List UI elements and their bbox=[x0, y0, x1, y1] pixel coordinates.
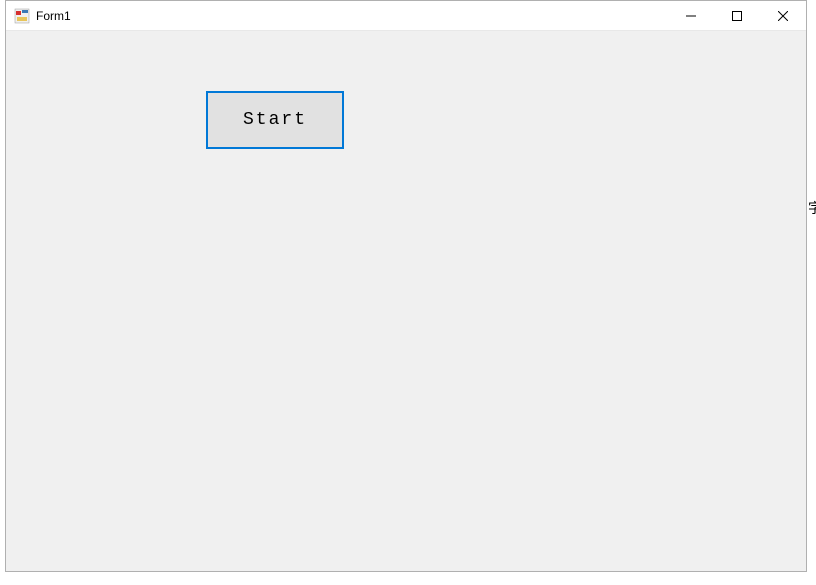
client-area: Start bbox=[6, 31, 806, 571]
close-button[interactable] bbox=[760, 1, 806, 31]
start-button[interactable]: Start bbox=[206, 91, 344, 149]
titlebar-controls bbox=[668, 1, 806, 30]
maximize-icon bbox=[732, 11, 742, 21]
titlebar[interactable]: Form1 bbox=[6, 1, 806, 31]
minimize-icon bbox=[686, 11, 696, 21]
window-frame: Form1 Start bbox=[5, 0, 807, 572]
close-icon bbox=[778, 11, 788, 21]
titlebar-left: Form1 bbox=[14, 8, 71, 24]
app-icon bbox=[14, 8, 30, 24]
cropped-glyph: 字 bbox=[808, 198, 816, 218]
minimize-button[interactable] bbox=[668, 1, 714, 31]
maximize-button[interactable] bbox=[714, 1, 760, 31]
window-title: Form1 bbox=[36, 9, 71, 23]
